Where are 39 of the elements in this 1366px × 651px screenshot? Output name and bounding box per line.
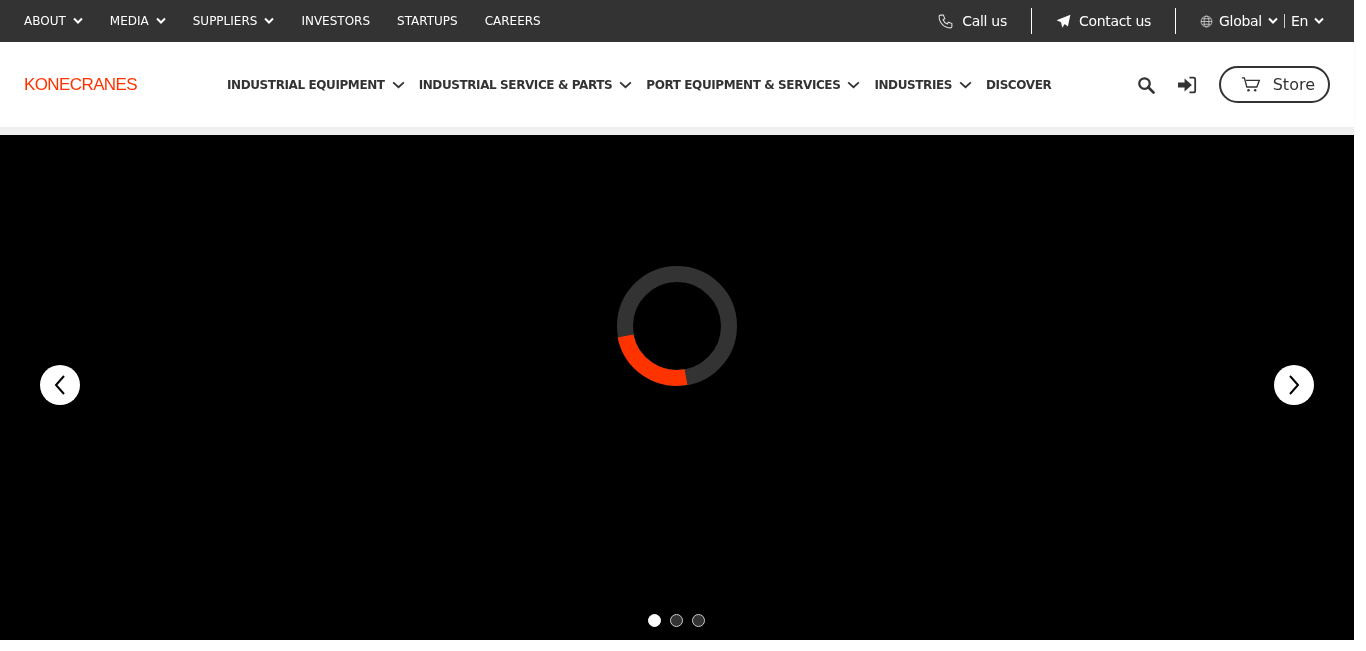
chevron-down-icon [155,17,166,25]
main-nav-link[interactable]: INDUSTRIAL SERVICE & PARTS [418,77,633,92]
chevron-down-icon [264,17,275,25]
chevron-down-icon [1314,17,1324,25]
store-button[interactable]: Store [1218,66,1330,103]
slide-dot[interactable] [692,614,705,627]
next-slide-button[interactable] [1274,365,1314,405]
phone-icon [937,12,955,30]
logo[interactable]: KONECRANES [24,74,204,95]
main-nav-link[interactable]: INDUSTRIAL EQUIPMENT [227,77,405,92]
top-nav-link[interactable]: SUPPLIERS [192,14,275,28]
sign-in-icon[interactable] [1176,75,1197,94]
language-selector[interactable]: En [1284,13,1330,29]
globe-icon [1200,14,1213,28]
main-nav-link[interactable]: INDUSTRIES [874,77,972,92]
top-nav-link[interactable]: CAREERS [484,14,541,28]
previous-slide-button[interactable] [40,365,80,405]
top-nav-link[interactable]: MEDIA [109,14,166,28]
paper-plane-icon [1055,13,1071,29]
main-nav-link[interactable]: DISCOVER [986,77,1052,92]
loading-spinner-icon [617,266,737,386]
top-nav-link[interactable]: INVESTORS [301,14,371,28]
chevron-down-icon [959,80,972,89]
main-nav-link[interactable]: PORT EQUIPMENT & SERVICES [646,77,861,92]
region-selector[interactable]: Global [1176,13,1284,29]
contact-us-link[interactable]: Contact us [1031,13,1175,29]
chevron-down-icon [847,80,861,89]
chevron-down-icon [1267,17,1278,25]
call-us-link[interactable]: Call us [913,12,1031,30]
chevron-down-icon [72,17,83,25]
slide-dot[interactable] [670,614,683,627]
search-icon[interactable] [1136,75,1155,94]
chevron-down-icon [391,80,405,89]
top-nav-link[interactable]: STARTUPS [397,14,458,28]
chevron-down-icon [619,80,633,89]
top-nav-link[interactable]: ABOUT [24,14,83,28]
chevron-right-icon [1288,375,1300,395]
cart-icon [1240,76,1261,93]
chevron-left-icon [54,375,66,395]
